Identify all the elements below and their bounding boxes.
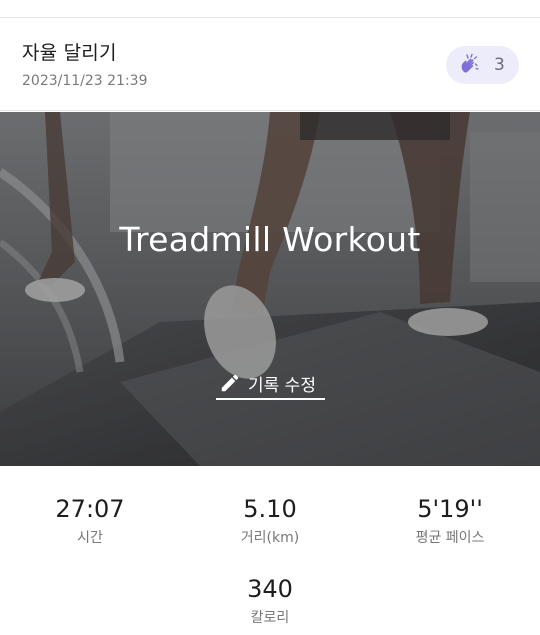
pencil-icon — [221, 374, 239, 392]
hero-overlay — [0, 112, 540, 466]
stat-pace-value: 5'19'' — [417, 495, 483, 523]
stat-distance: 5.10 거리(km) — [180, 495, 360, 547]
stat-time: 27:07 시간 — [0, 495, 180, 547]
workout-hero-image: Treadmill Workout 기록 수정 — [0, 112, 540, 466]
clapping-hands-icon — [461, 53, 479, 73]
top-bar — [0, 0, 540, 18]
stat-distance-value: 5.10 — [243, 495, 297, 523]
record-datetime: 2023/11/23 21:39 — [22, 73, 148, 89]
workout-title: Treadmill Workout — [119, 220, 421, 259]
edit-record-button[interactable]: 기록 수정 — [216, 368, 325, 400]
stat-pace-label: 평균 페이스 — [415, 530, 485, 546]
clap-count: 3 — [494, 55, 505, 75]
stat-distance-label: 거리(km) — [240, 530, 300, 546]
edit-record-label: 기록 수정 — [248, 375, 316, 396]
record-header: 자율 달리기 2023/11/23 21:39 3 — [0, 19, 540, 111]
stat-calories-label: 칼로리 — [250, 610, 290, 626]
stat-time-label: 시간 — [77, 530, 103, 546]
record-title: 자율 달리기 — [22, 42, 117, 64]
stat-pace: 5'19'' 평균 페이스 — [360, 495, 540, 547]
stat-time-value: 27:07 — [55, 495, 125, 523]
stat-calories: 340 칼로리 — [180, 575, 360, 627]
workout-stats: 27:07 시간 5.10 거리(km) 5'19'' 평균 페이스 340 칼… — [0, 466, 540, 635]
stat-calories-value: 340 — [247, 575, 293, 603]
clap-button[interactable]: 3 — [446, 46, 519, 84]
